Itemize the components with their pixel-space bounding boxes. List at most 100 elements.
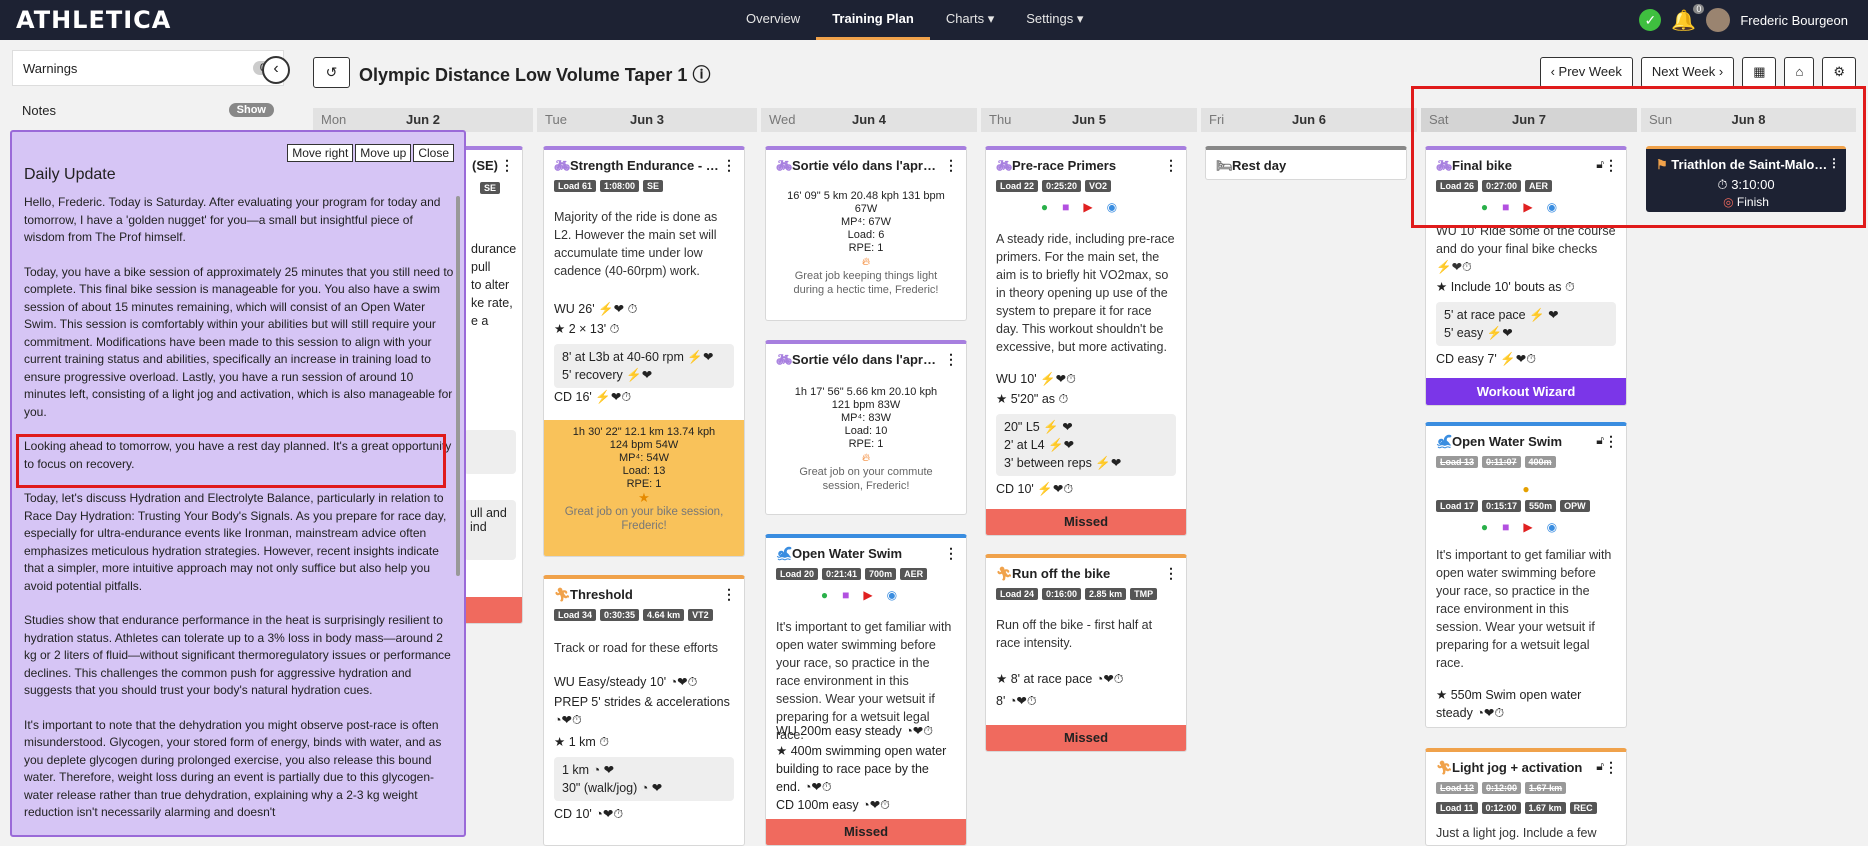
cooldown-step: CD 16' ⚡❤⏱ [554,390,632,404]
warnings-label: Warnings [23,60,78,76]
cooldown-step: CD 100m easy ◔❤⏱ [776,798,890,812]
move-right-button[interactable]: Move right [287,144,354,162]
lock-icon[interactable]: 🔓︎ [1596,433,1604,448]
next-week-button[interactable]: Next Week › [1640,57,1735,88]
rest-day-label: 🛏︎Rest day [1216,158,1287,173]
card-menu-icon[interactable]: ⋮ [1164,157,1178,174]
activity-card-ride-1[interactable]: 🚲︎Sortie vélo dans l'après... ⋮ 16' 09" … [765,146,967,321]
card-menu-icon[interactable]: ⋮ [722,586,736,603]
missed-label: Missed [986,725,1186,751]
nav-overview[interactable]: Overview [730,0,816,40]
card-menu-icon[interactable]: ⋮ [722,157,736,174]
highlight-box-rest-paragraph [16,434,446,488]
workout-description: Majority of the ride is done as L2. Howe… [554,210,718,278]
scrollbar[interactable] [456,196,460,576]
warmup-step: WU 26' ⚡❤ ⏱ [554,302,638,316]
week-controls: ‹ Prev Week Next Week › ▦ ⌂ ⚙ [1539,57,1856,88]
lock-icon[interactable]: 🔓︎ [1596,759,1604,774]
cooldown-step: CD 10' ⚡❤⏱ [996,482,1074,496]
media-icons[interactable]: ●■▶◉ [766,588,966,602]
workout-title-fragment: (SE) [472,158,498,173]
workout-wizard-button[interactable]: Workout Wizard [1426,378,1626,405]
warning-icon[interactable]: ● [1426,482,1626,496]
collapse-sidebar-button[interactable]: ‹ [262,56,290,84]
card-menu-icon[interactable]: ⋮ [1604,433,1618,450]
warnings-box[interactable]: Warnings 0 [12,50,284,86]
notes-show-button[interactable]: Show [228,103,274,117]
left-panel: Warnings 0 Notes Show [12,50,284,128]
bell-icon[interactable]: 🔔 0 [1671,3,1705,33]
home-icon[interactable]: ⌂ [1784,57,1815,88]
move-up-button[interactable]: Move up [355,144,412,162]
day-header-fri: Fri Jun 6 [1201,108,1417,132]
workout-card-open-water-swim[interactable]: 🏊︎Open Water Swim ⋮ Load 20 0:21:41 700m AE… [765,534,967,846]
notification-count: 0 [1693,3,1705,14]
workout-tags: Load 22 0:25:20 VO2 [996,180,1112,192]
run-icon: 🏃︎ [996,566,1013,581]
workout-card-light-jog[interactable]: 🏃︎Light jog + activation 🔓︎ ⋮ Load 12 0:1… [1425,748,1627,846]
missed-label: Missed [986,509,1186,535]
media-icons[interactable]: ●■▶◉ [1426,520,1626,534]
nav-charts[interactable]: Charts ▾ [930,0,1010,40]
cooldown-step: CD 10' ◔❤⏱ [554,807,624,821]
main-set: ★ 5'20" as ⏱ [996,392,1069,406]
step: 8' ◔❤⏱ [996,694,1037,708]
avatar[interactable] [1706,8,1731,32]
run-icon: 🏃︎ [1436,760,1453,775]
workout-title: 🏃︎Light jog + activation [1436,760,1583,775]
nav-training-plan[interactable]: Training Plan [816,0,930,40]
bed-icon: 🛏︎ [1216,158,1233,173]
workout-title: 🚲︎Strength Endurance - L... [554,158,720,173]
history-icon[interactable]: ↺ [313,57,350,88]
workout-title: 🏊︎Open Water Swim [1436,434,1563,449]
workout-tags-original: Load 12 0:12:00 1.67 km [1436,782,1567,794]
workout-card-threshold[interactable]: 🏃︎Threshold ⋮ Load 34 0:30:35 4.64 km VT2 T… [543,575,745,846]
cooldown-step: CD easy 7' ⚡❤⏱ [1436,352,1537,366]
daily-update-text[interactable]: Hello, Frederic. Today is Saturday. Afte… [24,194,454,834]
activity-card-ride-2[interactable]: 🚲︎Sortie vélo dans l'après... ⋮ 1h 17' 5… [765,340,967,515]
prev-week-button[interactable]: ‹ Prev Week [1539,57,1633,88]
interval-block: 1 km ◔ ❤ 30" (walk/jog) ◔ ❤ [554,757,734,801]
prep-step: PREP 5' strides & accelerations ◔❤⏱ [554,695,730,727]
calendar-icon[interactable]: ▦ [1742,57,1777,88]
status-ok-icon[interactable]: ✓ [1639,9,1662,31]
workout-tag: SE [480,182,501,194]
workout-title: 🏊︎Open Water Swim [776,546,903,561]
workout-card-run-off-bike[interactable]: 🏃︎Run off the bike ⋮ Load 24 0:16:00 2.85 … [985,554,1187,752]
rest-day-card[interactable]: 🛏︎Rest day [1205,146,1407,180]
close-button[interactable]: Close [413,144,454,162]
completed-summary: 1h 30' 22" 12.1 km 13.74 kph 124 bpm 54W… [544,420,744,556]
workout-card-strength-endurance[interactable]: 🚲︎Strength Endurance - L... ⋮ Load 61 1:0… [543,146,745,557]
workout-title: 🏃︎Run off the bike [996,566,1111,581]
media-icons[interactable]: ●■▶◉ [986,200,1186,214]
workout-card-pre-race-primers[interactable]: 🚲︎Pre-race Primers ⋮ Load 22 0:25:20 VO2 ●… [985,146,1187,536]
info-icon[interactable]: ⓘ [692,65,710,85]
activity-stats: 16' 09" 5 km 20.48 kph 131 bpm 67W MP⁴: … [787,190,945,296]
paragraph: Today, let's discuss Hydration and Elect… [24,491,447,593]
main-set: ★ 400m swimming open water building to r… [776,744,947,794]
day-header-wed: Wed Jun 4 [761,108,977,132]
paragraph: It's important to note that the dehydrat… [24,717,442,820]
workout-title: 🚲︎Pre-race Primers [996,158,1117,173]
workout-title: 🚲︎Sortie vélo dans l'après... [776,158,942,173]
workout-tags: Load 34 0:30:35 4.64 km VT2 [554,609,713,621]
workout-tags-original: Load 13 0:11:07 400m [1436,456,1556,468]
card-menu-icon[interactable]: ⋮ [1604,759,1618,776]
card-menu-icon[interactable]: ⋮ [944,545,958,562]
card-menu-icon[interactable]: ⋮ [944,351,958,368]
paragraph: Hello, Frederic. Today is Saturday. Afte… [24,195,441,244]
daily-update-controls: Move right Move up Close [287,144,454,162]
workout-card-open-water-swim-sat[interactable]: 🏊︎Open Water Swim 🔓︎ ⋮ Load 13 0:11:07 400… [1425,422,1627,728]
gear-icon[interactable]: ⚙ [1822,57,1856,88]
card-menu-icon[interactable]: ⋮ [500,157,514,174]
swim-icon: 🏊︎ [776,546,793,561]
card-menu-icon[interactable]: ⋮ [1164,565,1178,582]
paragraph: Today, you have a bike session of approx… [24,264,454,419]
logo[interactable]: ATHLETICA [16,6,171,34]
nav-settings[interactable]: Settings ▾ [1010,0,1099,40]
card-menu-icon[interactable]: ⋮ [944,157,958,174]
workout-description: Just a light jog. Include a few [1436,826,1597,840]
notes-label: Notes [22,102,56,118]
workout-title: 🚲︎Sortie vélo dans l'après... [776,352,942,367]
user-name[interactable]: Frederic Bourgeon [1740,13,1848,28]
